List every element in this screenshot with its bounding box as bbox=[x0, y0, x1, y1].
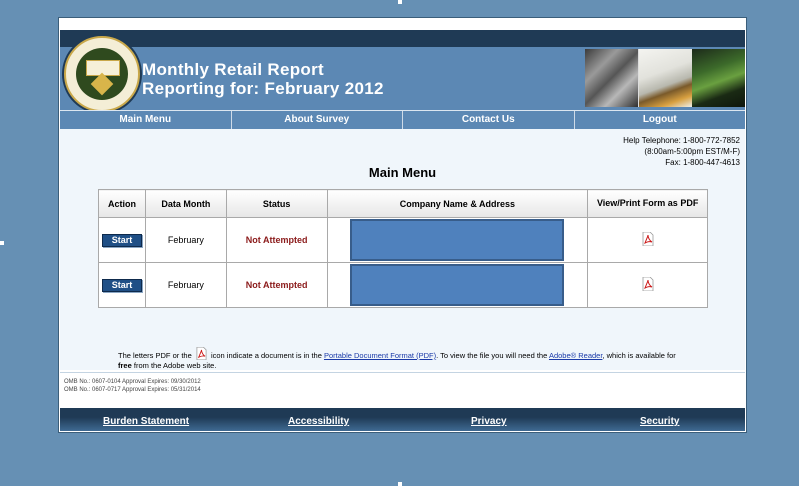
col-header-company: Company Name & Address bbox=[326, 189, 589, 218]
footer-link-privacy[interactable]: Privacy bbox=[471, 416, 507, 427]
action-cell: Start bbox=[98, 217, 146, 263]
photo-shopping-cart bbox=[638, 49, 693, 107]
omb-line-2: OMB No.: 0607-0717 Approval Expires: 05/… bbox=[64, 387, 201, 393]
status-cell: Not Attempted bbox=[225, 217, 328, 263]
note-text-3: . To view the file you will need the bbox=[436, 351, 548, 360]
col-header-pdf: View/Print Form as PDF bbox=[587, 189, 708, 218]
omb-info: OMB No.: 0607-0104 Approval Expires: 09/… bbox=[60, 372, 745, 411]
pdf-icon bbox=[196, 346, 207, 361]
report-title: Monthly Retail Report bbox=[142, 60, 324, 79]
page-title: Main Menu bbox=[368, 165, 437, 180]
start-button[interactable]: Start bbox=[101, 233, 142, 247]
footer-link-accessibility[interactable]: Accessibility bbox=[288, 416, 349, 427]
note-free: free bbox=[118, 361, 132, 370]
help-contact-info: Help Telephone: 1-800-772-7852 (8:00am-5… bbox=[623, 135, 740, 168]
main-nav: Main Menu About Survey Contact Us Logout bbox=[60, 110, 745, 129]
data-month-cell: February bbox=[144, 262, 227, 308]
data-month-cell: February bbox=[144, 217, 227, 263]
reports-table: Action Data Month Status Company Name & … bbox=[98, 189, 708, 308]
pdf-cell bbox=[587, 217, 708, 263]
resize-handle-bottom[interactable] bbox=[398, 482, 402, 486]
photo-fuel-pump bbox=[692, 49, 745, 107]
page: Monthly Retail Report Reporting for: Feb… bbox=[58, 17, 747, 433]
reporting-period: Reporting for: February 2012 bbox=[142, 79, 384, 98]
company-cell bbox=[326, 262, 589, 308]
adobe-reader-link[interactable]: Adobe® Reader bbox=[549, 351, 602, 360]
col-header-action: Action bbox=[98, 189, 146, 218]
company-redacted-box bbox=[350, 264, 565, 306]
omb-line-1: OMB No.: 0607-0104 Approval Expires: 09/… bbox=[64, 379, 201, 385]
pdf-note: The letters PDF or the icon indicate a d… bbox=[118, 346, 678, 371]
note-text-5: from the Adobe web site. bbox=[133, 361, 217, 370]
nav-main-menu[interactable]: Main Menu bbox=[60, 111, 232, 129]
help-hours: (8:00am-5:00pm EST/M-F) bbox=[644, 147, 740, 156]
header-top-band bbox=[60, 30, 745, 47]
company-cell bbox=[326, 217, 589, 263]
pdf-icon[interactable] bbox=[642, 232, 654, 246]
resize-handle-left[interactable] bbox=[0, 241, 4, 245]
note-text-2: icon indicate a document is in the bbox=[210, 351, 322, 360]
nav-contact-us[interactable]: Contact Us bbox=[403, 111, 575, 129]
note-text-4: , which is available for bbox=[602, 351, 676, 360]
footer-link-security[interactable]: Security bbox=[640, 416, 679, 427]
col-header-data-month: Data Month bbox=[144, 189, 227, 218]
content-area: Help Telephone: 1-800-772-7852 (8:00am-5… bbox=[60, 129, 745, 370]
census-seal-logo bbox=[64, 36, 140, 112]
nav-about-survey[interactable]: About Survey bbox=[232, 111, 403, 129]
nav-logout[interactable]: Logout bbox=[575, 111, 746, 129]
start-button[interactable]: Start bbox=[101, 278, 142, 292]
footer: Burden Statement Accessibility Privacy S… bbox=[60, 408, 745, 431]
footer-link-burden-statement[interactable]: Burden Statement bbox=[103, 416, 189, 427]
resize-handle-top[interactable] bbox=[398, 0, 402, 4]
pdf-format-link[interactable]: Portable Document Format (PDF) bbox=[324, 351, 436, 360]
photo-cash-register bbox=[585, 49, 638, 107]
status-cell: Not Attempted bbox=[225, 262, 328, 308]
note-text-1: The letters PDF or the bbox=[118, 351, 192, 360]
table-header-row: Action Data Month Status Company Name & … bbox=[98, 189, 708, 218]
pdf-icon[interactable] bbox=[642, 277, 654, 291]
header-photo-strip bbox=[585, 49, 745, 107]
table-row: Start February Not Attempted bbox=[98, 217, 708, 263]
company-redacted-box bbox=[350, 219, 565, 261]
help-telephone: Help Telephone: 1-800-772-7852 bbox=[623, 136, 740, 145]
col-header-status: Status bbox=[225, 189, 328, 218]
pdf-cell bbox=[587, 262, 708, 308]
table-row: Start February Not Attempted bbox=[98, 262, 708, 308]
action-cell: Start bbox=[98, 262, 146, 308]
